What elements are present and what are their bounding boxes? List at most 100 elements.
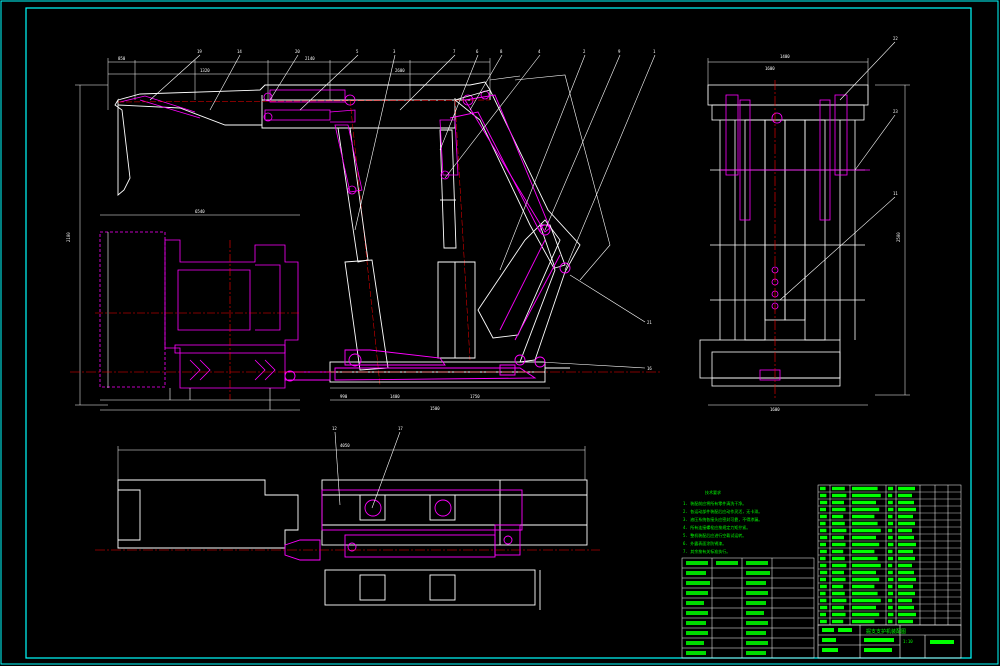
dim-1750: 1750 bbox=[470, 394, 480, 399]
note-line: 7. 其余按有关标准执行。 bbox=[683, 548, 730, 554]
side-view bbox=[699, 58, 910, 406]
bom-cell bbox=[832, 577, 846, 582]
bom-cell bbox=[888, 619, 893, 624]
bom-cell bbox=[832, 584, 844, 589]
bom-cell bbox=[888, 500, 893, 505]
bom-cell bbox=[898, 591, 915, 596]
bom-cell bbox=[820, 612, 826, 617]
bom-cell bbox=[832, 619, 844, 624]
bom-cell bbox=[888, 598, 893, 603]
balloon-1: 1 bbox=[653, 49, 656, 54]
bom-cell bbox=[888, 542, 894, 547]
bom-cell bbox=[898, 521, 915, 526]
balloon-7: 7 bbox=[453, 49, 456, 54]
bom-cell bbox=[852, 577, 880, 582]
bom-cell bbox=[820, 577, 826, 582]
bom-cell bbox=[852, 514, 875, 519]
bom-cell bbox=[852, 584, 875, 589]
bom-cell bbox=[852, 612, 880, 617]
bom-cell bbox=[820, 598, 827, 603]
bom-cell bbox=[852, 619, 875, 624]
balloon-2: 2 bbox=[583, 49, 586, 54]
dim-2600: 2600 bbox=[395, 68, 405, 73]
bom-cell bbox=[832, 535, 844, 540]
bom-cell bbox=[832, 598, 847, 603]
bom-cell bbox=[832, 486, 845, 491]
bom-cell bbox=[852, 605, 876, 610]
dim-850: 850 bbox=[118, 56, 126, 61]
bom-cell bbox=[852, 486, 878, 491]
bom-cell bbox=[898, 570, 914, 575]
bom-cell bbox=[852, 507, 880, 512]
bom-cell bbox=[852, 570, 876, 575]
bom-cell bbox=[888, 605, 893, 610]
bom-cell bbox=[888, 507, 894, 512]
dim-6540: 6540 bbox=[195, 209, 205, 214]
balloon-19: 19 bbox=[197, 49, 202, 54]
balloon-9: 9 bbox=[618, 49, 621, 54]
bom-cell bbox=[898, 535, 914, 540]
bom-cell bbox=[888, 570, 893, 575]
bom-cell bbox=[832, 514, 844, 519]
bom-cell bbox=[820, 570, 828, 575]
drawing-scale: 1:10 bbox=[903, 639, 913, 644]
bom-cell bbox=[832, 521, 845, 526]
balloon-20: 20 bbox=[295, 49, 300, 54]
bom-cell bbox=[888, 556, 894, 561]
bom-cell bbox=[852, 500, 876, 505]
dim-1600-side-bottom: 1600 bbox=[770, 407, 780, 412]
dim-1400-side: 1400 bbox=[780, 54, 790, 59]
note-line: 2. 各运动部件装配后应动作灵活，无卡滞。 bbox=[683, 508, 762, 514]
note-line: 1. 装配前应将所有零件清洗干净。 bbox=[683, 500, 746, 506]
balloon-8: 8 bbox=[500, 49, 503, 54]
bom-cell bbox=[832, 605, 844, 610]
dim-990: 990 bbox=[340, 394, 348, 399]
bom-cell bbox=[888, 577, 894, 582]
bom-cell bbox=[898, 612, 916, 617]
note-line: 6. 外露表面涂防锈漆。 bbox=[683, 540, 726, 546]
bom-cell bbox=[888, 528, 893, 533]
bom-cell bbox=[820, 591, 826, 596]
bom-cell bbox=[898, 542, 916, 547]
bom-cell bbox=[898, 605, 914, 610]
bom-cell bbox=[852, 549, 875, 554]
drawing-canvas: 19 14 20 5 3 7 6 8 4 2 9 1 21 16 22 23 1… bbox=[0, 0, 999, 665]
bom-cell bbox=[820, 619, 827, 624]
bom-cell bbox=[820, 507, 826, 512]
bom-cell bbox=[888, 486, 894, 491]
bom-cell bbox=[888, 591, 894, 596]
bom-cell bbox=[832, 563, 847, 568]
bom-cell bbox=[832, 493, 847, 498]
balloon-5: 5 bbox=[356, 49, 359, 54]
bom-cell bbox=[888, 514, 893, 519]
bom-cell bbox=[820, 521, 826, 526]
technical-notes: 技术要求 1. 装配前应将所有零件清洗干净。 2. 各运动部件装配后应动作灵活，… bbox=[683, 489, 762, 554]
balloon-16: 16 bbox=[647, 366, 652, 371]
bom-cell bbox=[852, 563, 881, 568]
bom-cell bbox=[832, 612, 846, 617]
bom-cell bbox=[898, 549, 913, 554]
note-line: 4. 所有连接螺栓应按规定力矩拧紧。 bbox=[683, 524, 750, 530]
bom-cell bbox=[852, 542, 880, 547]
bom-cell bbox=[898, 556, 915, 561]
balloon-22: 22 bbox=[893, 36, 898, 41]
bom-cell bbox=[852, 528, 881, 533]
bom-cell bbox=[820, 514, 827, 519]
bom-cell bbox=[888, 535, 893, 540]
dim-2500: 2500 bbox=[896, 232, 901, 242]
balloon-21: 21 bbox=[647, 320, 652, 325]
bom-cell bbox=[898, 500, 914, 505]
bom-cell bbox=[820, 549, 827, 554]
balloon-11: 11 bbox=[893, 191, 898, 196]
balloon-6: 6 bbox=[476, 49, 479, 54]
main-elevation-view bbox=[70, 58, 660, 411]
bom-cell bbox=[898, 507, 916, 512]
bom-cell bbox=[820, 563, 827, 568]
bom-cell bbox=[898, 584, 913, 589]
dim-4050: 4050 bbox=[340, 443, 350, 448]
bom-cell bbox=[820, 556, 826, 561]
plan-view bbox=[95, 446, 600, 610]
bom-cell bbox=[898, 514, 913, 519]
notes-title: 技术要求 bbox=[705, 489, 721, 495]
bom-cell bbox=[832, 542, 846, 547]
